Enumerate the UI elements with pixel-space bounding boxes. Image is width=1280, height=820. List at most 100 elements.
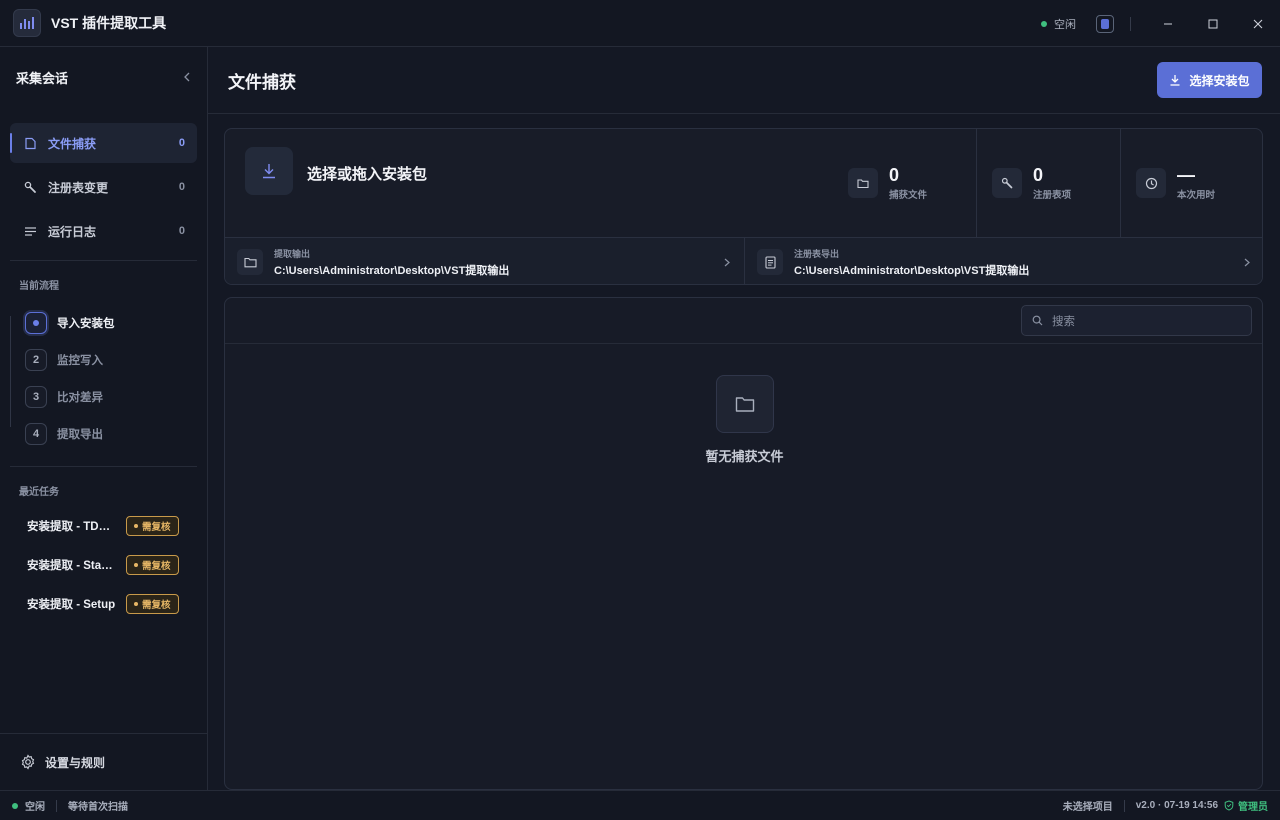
shield-check-icon xyxy=(1224,800,1234,811)
step-label: 监控写入 xyxy=(57,354,103,367)
maximize-button[interactable] xyxy=(1190,0,1235,47)
empty-state-text: 暂无捕获文件 xyxy=(705,449,784,464)
status-message: 等待首次扫描 xyxy=(68,802,128,813)
app-status-label: 空闲 xyxy=(1054,18,1076,31)
package-card: 选择或拖入安装包 0 捕获文件 0 注册表项 — 本次用时 提取输出 C:\Us… xyxy=(224,128,1263,285)
drop-zone[interactable] xyxy=(245,147,293,195)
step-number: 3 xyxy=(25,385,47,408)
main-header: 文件捕获 选择安装包 xyxy=(208,47,1280,114)
admin-badge: 管理员 xyxy=(1224,798,1268,813)
workflow-steps: 导入安装包 2 监控写入 3 比对差异 4 提取导出 xyxy=(0,292,207,452)
sidebar-nav: 文件捕获 0 注册表变更 0 运行日志 0 xyxy=(0,107,207,251)
stat-value: — xyxy=(1177,165,1195,185)
review-badge: 需复核 xyxy=(126,593,179,614)
project-label: 未选择项目 xyxy=(1062,802,1113,813)
registry-export-path[interactable]: 注册表导出 C:\Users\Administrator\Desktop\VST提… xyxy=(744,238,1262,284)
empty-state: 暂无捕获文件 xyxy=(225,375,1264,465)
document-icon xyxy=(757,249,783,275)
list-icon xyxy=(22,223,38,239)
badge-label: 需复核 xyxy=(142,599,171,611)
recent-task-item[interactable]: 安装提取 - Stadium 需复核 xyxy=(0,545,207,584)
workflow-step: 3 比对差异 xyxy=(25,378,207,415)
drop-zone-title: 选择或拖入安装包 xyxy=(307,166,428,183)
app-logo-icon xyxy=(13,9,41,37)
status-dot-icon xyxy=(1041,20,1047,27)
task-title: 安装提取 - Setup xyxy=(27,598,116,611)
app-title: VST 插件提取工具 xyxy=(51,15,167,31)
sidebar-item-count: 0 xyxy=(178,137,185,149)
search-placeholder: 搜索 xyxy=(1052,315,1075,328)
sidebar-item-label: 文件捕获 xyxy=(48,136,97,151)
workflow-step: 4 提取导出 xyxy=(25,415,207,452)
sidebar-item-registry-changes[interactable]: 注册表变更 0 xyxy=(10,167,197,207)
maximize-icon xyxy=(1208,19,1217,28)
output-paths: 提取输出 C:\Users\Administrator\Desktop\VST提取… xyxy=(225,237,1262,284)
path-value: C:\Users\Administrator\Desktop\VST提取输出 xyxy=(794,264,1030,277)
search-icon xyxy=(1032,315,1043,326)
stat-elapsed-time: — 本次用时 xyxy=(1120,129,1262,237)
stat-value: 0 xyxy=(1033,165,1044,185)
close-button[interactable] xyxy=(1235,0,1280,47)
chevron-right-icon xyxy=(724,255,730,270)
path-value: C:\Users\Administrator\Desktop\VST提取输出 xyxy=(274,264,510,277)
recent-task-item[interactable]: 安装提取 - TDR Nova 需复核 xyxy=(0,506,207,545)
folder-icon xyxy=(715,375,774,433)
wrench-icon xyxy=(992,168,1022,198)
path-label: 提取输出 xyxy=(274,248,311,259)
version-label: v2.0 · 07-19 14:56 xyxy=(1135,800,1218,811)
folder-icon xyxy=(848,168,878,198)
workflow-step: 导入安装包 xyxy=(25,304,207,341)
status-state: 空闲 xyxy=(25,802,45,813)
minimize-icon xyxy=(1163,23,1172,24)
download-icon xyxy=(263,164,275,179)
download-icon xyxy=(1170,75,1180,86)
gear-icon xyxy=(21,754,35,770)
select-package-button[interactable]: 选择安装包 xyxy=(1157,62,1262,98)
status-bar: 空闲 等待首次扫描 未选择项目 v2.0 · 07-19 14:56 管理员 xyxy=(0,790,1280,820)
badge-label: 需复核 xyxy=(142,521,171,533)
files-toolbar: 搜索 xyxy=(225,298,1262,344)
extract-output-path[interactable]: 提取输出 C:\Users\Administrator\Desktop\VST提取… xyxy=(225,238,744,284)
step-current-icon xyxy=(25,311,47,334)
admin-label: 管理员 xyxy=(1238,802,1268,813)
sidebar-title: 采集会话 xyxy=(16,70,69,86)
task-title: 安装提取 - TDR Nova xyxy=(27,520,117,533)
sidebar-item-file-capture[interactable]: 文件捕获 0 xyxy=(10,123,197,163)
recent-tasks-title: 最近任务 xyxy=(19,487,59,498)
stat-value: 0 xyxy=(889,165,900,185)
chevron-left-icon xyxy=(184,72,190,82)
stat-captured-files: 0 捕获文件 xyxy=(833,129,977,237)
stat-label: 捕获文件 xyxy=(889,190,928,201)
close-icon xyxy=(1253,19,1262,28)
folder-icon xyxy=(237,249,263,275)
sidebar-item-count: 0 xyxy=(178,181,185,193)
step-label: 导入安装包 xyxy=(57,317,115,330)
app-status: 空闲 xyxy=(1041,16,1076,32)
sidebar-item-count: 0 xyxy=(178,225,185,237)
theme-toggle-button[interactable] xyxy=(1096,14,1114,33)
workflow-section-title: 当前流程 xyxy=(19,281,59,292)
minimize-button[interactable] xyxy=(1145,0,1190,47)
sidebar: 采集会话 文件捕获 0 注册表变更 0 运行日志 0 当前流程 导入安装包 2 … xyxy=(0,47,208,790)
chevron-right-icon xyxy=(1244,255,1250,270)
title-bar: VST 插件提取工具 空闲 xyxy=(0,0,1280,47)
path-label: 注册表导出 xyxy=(794,248,840,259)
step-number: 4 xyxy=(25,422,47,445)
select-package-label: 选择安装包 xyxy=(1189,73,1250,88)
search-input[interactable]: 搜索 xyxy=(1021,305,1252,336)
collapse-sidebar-button[interactable] xyxy=(183,69,191,85)
stat-registry-items: 0 注册表项 xyxy=(976,129,1120,237)
sidebar-item-run-log[interactable]: 运行日志 0 xyxy=(10,211,197,251)
workflow-step: 2 监控写入 xyxy=(25,341,207,378)
badge-label: 需复核 xyxy=(142,560,171,572)
file-icon xyxy=(22,135,38,151)
settings-button[interactable]: 设置与规则 xyxy=(0,733,207,790)
stat-label: 本次用时 xyxy=(1177,190,1216,201)
recent-task-item[interactable]: 安装提取 - Setup 需复核 xyxy=(0,584,207,623)
page-title: 文件捕获 xyxy=(228,72,296,92)
step-label: 提取导出 xyxy=(57,428,103,441)
review-badge: 需复核 xyxy=(126,554,179,575)
sidebar-header: 采集会话 xyxy=(0,47,207,107)
settings-label: 设置与规则 xyxy=(45,755,106,770)
step-number: 2 xyxy=(25,348,47,371)
